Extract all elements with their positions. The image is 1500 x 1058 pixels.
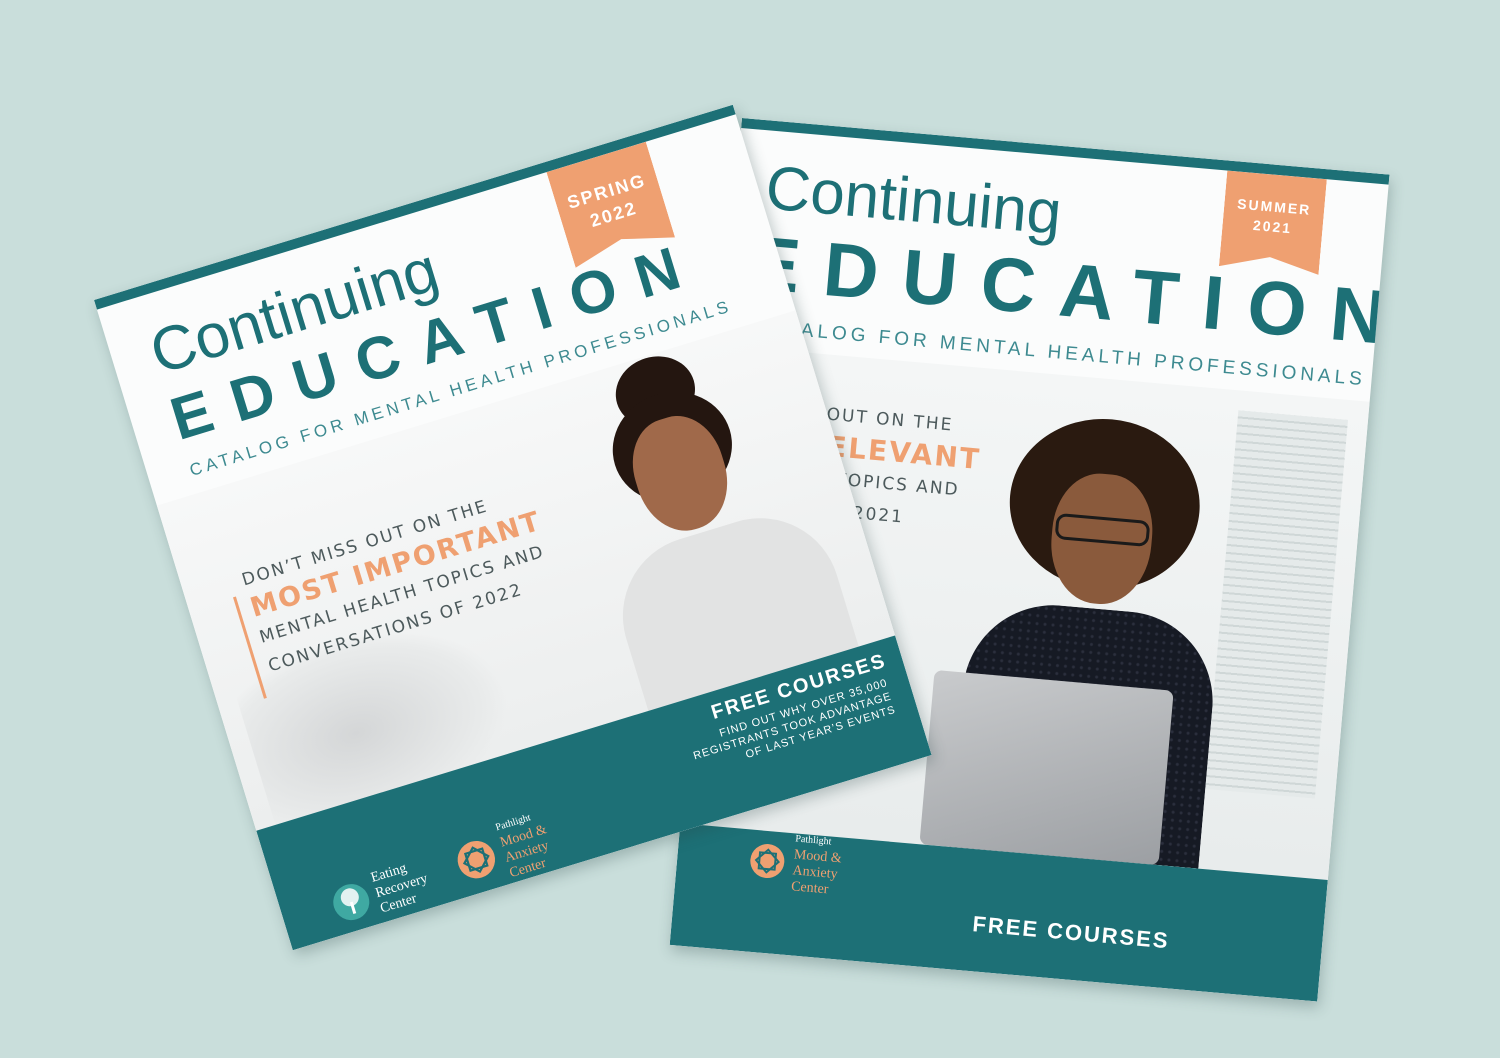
flower-icon <box>750 844 785 879</box>
logo-pathlight: Pathlight Mood & Anxiety Center <box>446 807 558 897</box>
laptop <box>919 669 1174 866</box>
person-photo <box>919 407 1266 871</box>
logo-pathlight: Pathlight Mood & Anxiety Center <box>745 827 844 899</box>
tree-icon <box>333 884 370 921</box>
logo-eating-recovery-center: Eating Recovery Center <box>325 856 434 931</box>
footer-title: FREE COURSES <box>971 911 1171 954</box>
season-badge: SUMMER 2021 <box>1219 170 1327 274</box>
badge-year: 2021 <box>1252 216 1293 237</box>
badge-season: SUMMER <box>1236 195 1312 218</box>
flower-icon <box>457 840 496 879</box>
